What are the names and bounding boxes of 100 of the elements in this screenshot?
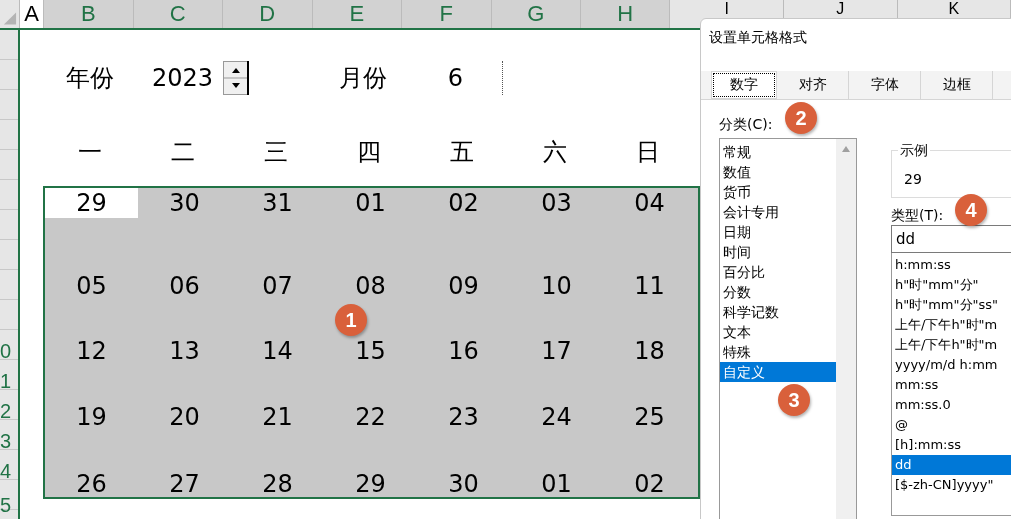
format-item[interactable]: [h]:mm:ss xyxy=(892,435,1011,455)
date-cell[interactable]: 15 xyxy=(324,336,417,366)
date-cell[interactable]: 07 xyxy=(231,271,324,301)
date-cell[interactable]: 17 xyxy=(510,336,603,366)
scroll-up-icon[interactable] xyxy=(841,145,851,153)
date-cell[interactable]: 29 xyxy=(45,188,138,218)
weekday-header: 二 xyxy=(169,137,196,168)
date-cell[interactable]: 20 xyxy=(138,402,231,432)
row-number[interactable]: 4 xyxy=(0,459,14,483)
category-item[interactable]: 科学记数 xyxy=(720,302,836,322)
column-header[interactable]: A xyxy=(20,0,45,28)
category-item[interactable]: 日期 xyxy=(720,222,836,242)
sample-value: 29 xyxy=(904,171,922,187)
date-cell[interactable]: 28 xyxy=(231,469,324,499)
month-label: 月份 xyxy=(337,63,388,94)
sample-label: 示例 xyxy=(898,142,930,160)
weekday-header: 日 xyxy=(634,137,661,168)
date-cell[interactable]: 05 xyxy=(45,271,138,301)
category-item[interactable]: 文本 xyxy=(720,322,836,342)
date-cell[interactable]: 02 xyxy=(603,469,696,499)
date-cell[interactable]: 16 xyxy=(417,336,510,366)
date-cell[interactable]: 04 xyxy=(603,188,696,218)
month-value: 6 xyxy=(446,64,465,92)
weekday-header: 一 xyxy=(76,137,103,168)
date-cell[interactable]: 18 xyxy=(603,336,696,366)
select-all-corner[interactable] xyxy=(0,0,20,28)
date-cell[interactable]: 03 xyxy=(510,188,603,218)
weekday-header: 六 xyxy=(541,137,568,168)
format-item[interactable]: 上午/下午h"时"m xyxy=(892,335,1011,355)
format-item[interactable]: h"时"mm"分" xyxy=(892,275,1011,295)
year-label: 年份 xyxy=(64,63,115,94)
tab[interactable]: 对齐 xyxy=(777,71,849,99)
column-header[interactable]: B xyxy=(44,0,134,28)
row-number[interactable]: 3 xyxy=(0,429,14,453)
date-cell[interactable]: 14 xyxy=(231,336,324,366)
date-cell[interactable]: 12 xyxy=(45,336,138,366)
format-item[interactable]: mm:ss xyxy=(892,375,1011,395)
format-item[interactable]: mm:ss.0 xyxy=(892,395,1011,415)
format-item[interactable]: yyyy/m/d h:mm xyxy=(892,355,1011,375)
category-item[interactable]: 货币 xyxy=(720,182,836,202)
column-header[interactable]: D xyxy=(223,0,313,28)
date-cell[interactable]: 23 xyxy=(417,402,510,432)
category-label: 分类(C): xyxy=(719,116,773,134)
column-header[interactable]: F xyxy=(402,0,492,28)
tab[interactable]: 字体 xyxy=(849,71,921,99)
weekday-header: 五 xyxy=(448,137,475,168)
row-number[interactable]: 0 xyxy=(0,339,14,363)
date-cell[interactable]: 09 xyxy=(417,271,510,301)
date-cell[interactable]: 25 xyxy=(603,402,696,432)
format-item[interactable]: h:mm:ss xyxy=(892,255,1011,275)
category-item[interactable]: 分数 xyxy=(720,282,836,302)
date-cell[interactable]: 11 xyxy=(603,271,696,301)
date-cell[interactable]: 21 xyxy=(231,402,324,432)
date-cell[interactable]: 29 xyxy=(324,469,417,499)
scrollbar[interactable] xyxy=(836,139,856,519)
date-cell[interactable]: 19 xyxy=(45,402,138,432)
format-item[interactable]: @ xyxy=(892,415,1011,435)
date-cell[interactable]: 22 xyxy=(324,402,417,432)
category-item[interactable]: 常规 xyxy=(720,142,836,162)
category-item[interactable]: 特殊 xyxy=(720,342,836,362)
row-number[interactable]: 2 xyxy=(0,399,14,423)
scroll-control[interactable] xyxy=(502,61,504,95)
column-header[interactable]: E xyxy=(312,0,402,28)
tab[interactable]: 边框 xyxy=(921,71,993,99)
date-cell[interactable]: 08 xyxy=(324,271,417,301)
weekday-header: 三 xyxy=(262,137,289,168)
format-list[interactable]: h:mm:ss h"时"mm"分" h"时"mm"分"ss" 上午/下午h"时"m 上午/下午h"时"m yyyy/m/d h:mm mm:ss mm:ss.0 @ [h]:mm:ss dd [$-zh-CN]yyyy" xyxy=(891,253,1011,516)
format-item[interactable]: [$-zh-CN]yyyy" xyxy=(892,475,1011,495)
category-item[interactable]: 时间 xyxy=(720,242,836,262)
row-number[interactable]: 5 xyxy=(0,493,14,517)
date-cell[interactable]: 01 xyxy=(324,188,417,218)
row-number[interactable]: 1 xyxy=(0,369,14,393)
dialog-title: 设置单元格格式 xyxy=(708,28,808,47)
date-cell[interactable]: 10 xyxy=(510,271,603,301)
date-cell[interactable]: 31 xyxy=(231,188,324,218)
date-cell[interactable]: 02 xyxy=(417,188,510,218)
date-cell[interactable]: 26 xyxy=(45,469,138,499)
date-cell[interactable]: 06 xyxy=(138,271,231,301)
date-cell[interactable]: 01 xyxy=(510,469,603,499)
date-cell[interactable]: 30 xyxy=(138,188,231,218)
year-value: 2023 xyxy=(150,64,215,92)
format-item[interactable]: 上午/下午h"时"m xyxy=(892,315,1011,335)
triangle-icon xyxy=(2,10,17,26)
date-cell[interactable]: 30 xyxy=(417,469,510,499)
tab[interactable]: 数字 xyxy=(711,71,777,99)
date-cell[interactable]: 24 xyxy=(510,402,603,432)
column-header[interactable]: C xyxy=(133,0,224,28)
format-item[interactable]: dd xyxy=(892,455,1011,475)
weekday-header: 四 xyxy=(355,137,382,168)
date-cell[interactable]: 27 xyxy=(138,469,231,499)
category-item[interactable]: 百分比 xyxy=(720,262,836,282)
category-item[interactable]: 会计专用 xyxy=(720,202,836,222)
column-header[interactable]: G xyxy=(491,0,581,28)
category-item[interactable]: 数值 xyxy=(720,162,836,182)
date-cell[interactable]: 13 xyxy=(138,336,231,366)
spin-control[interactable] xyxy=(223,61,249,95)
category-item[interactable]: 自定义 xyxy=(720,362,836,382)
type-input[interactable]: dd xyxy=(891,225,1011,253)
format-item[interactable]: h"时"mm"分"ss" xyxy=(892,295,1011,315)
type-label: 类型(T): xyxy=(891,207,944,225)
